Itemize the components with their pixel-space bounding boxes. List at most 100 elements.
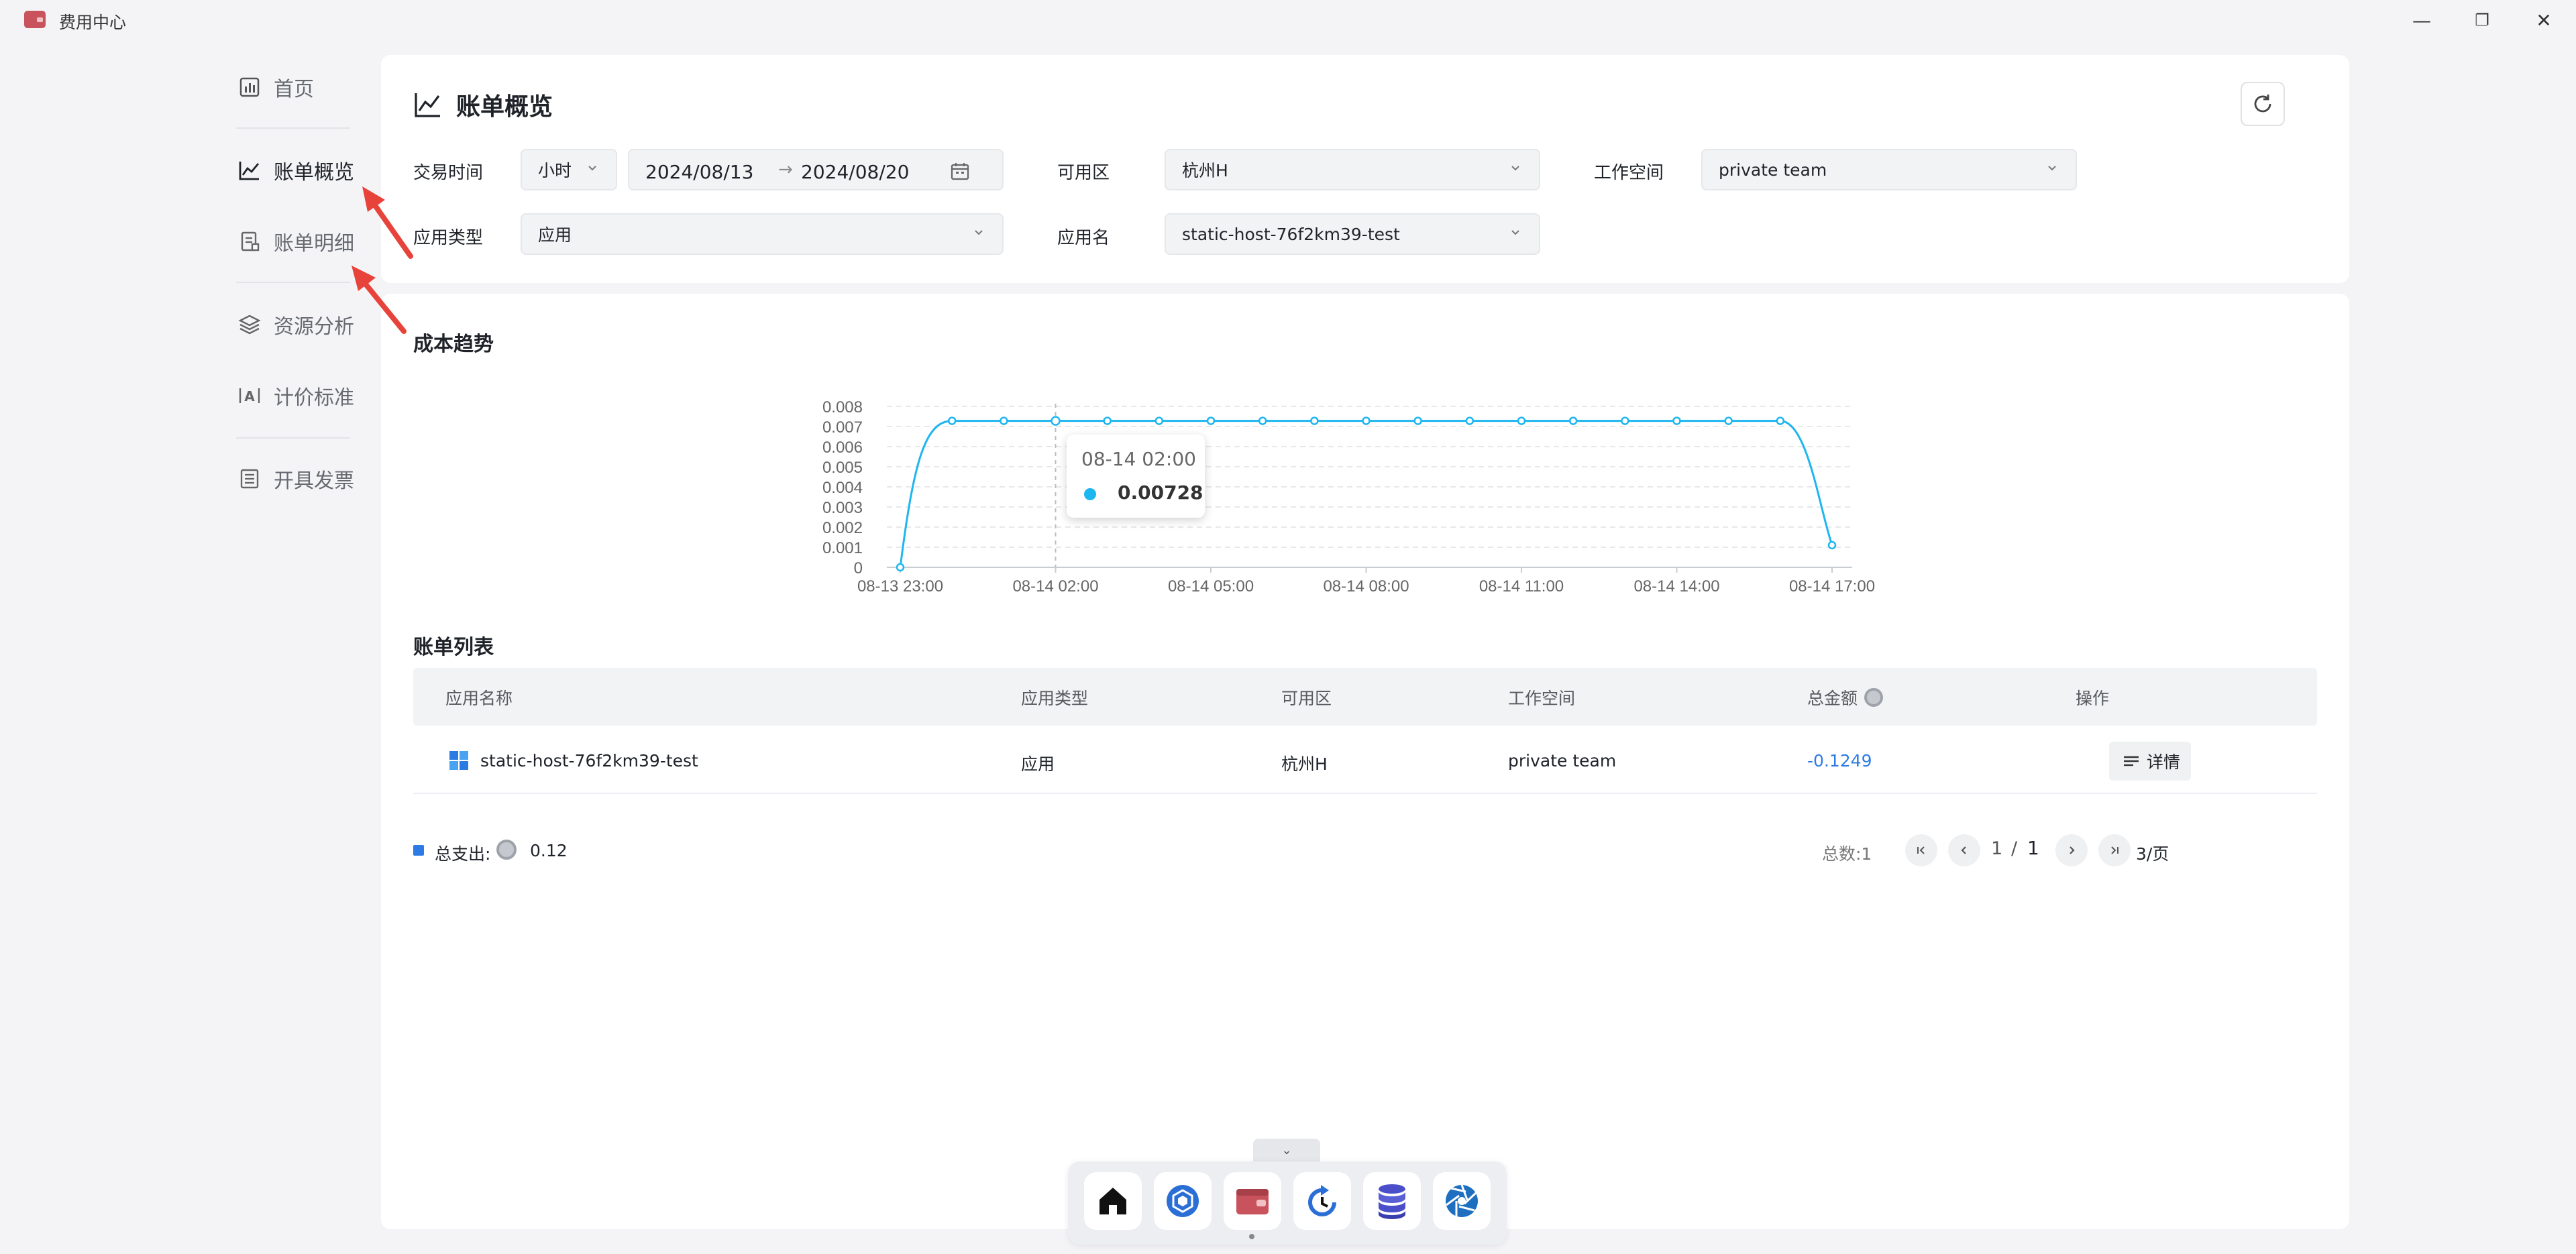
refresh-icon bbox=[2254, 95, 2271, 113]
app-type-label: 应用类型 bbox=[413, 228, 484, 248]
data-point bbox=[1776, 416, 1785, 425]
chevron-left-icon bbox=[1961, 846, 1966, 854]
first-page-icon bbox=[1917, 846, 1925, 854]
x-tick-label: 08-14 14:00 bbox=[1633, 577, 1719, 595]
dock-cube-app[interactable] bbox=[1154, 1172, 1212, 1230]
data-point bbox=[1724, 416, 1733, 425]
zone-select[interactable]: 杭州H bbox=[1165, 149, 1540, 190]
app-name-value: static-host-76f2km39-test bbox=[1182, 224, 1400, 244]
chevron-down-icon bbox=[1511, 230, 1519, 235]
y-tick-label: 0.002 bbox=[822, 519, 863, 537]
calendar-icon[interactable] bbox=[950, 161, 970, 181]
data-point bbox=[1258, 416, 1267, 425]
minimize-button[interactable]: — bbox=[2402, 5, 2442, 35]
dock-home[interactable] bbox=[1084, 1172, 1142, 1230]
total-pages: 1 bbox=[2027, 837, 2039, 859]
data-point bbox=[1362, 416, 1371, 425]
prev-page-button[interactable] bbox=[1948, 834, 1980, 866]
backup-icon bbox=[1308, 1185, 1336, 1216]
aperture-icon bbox=[1446, 1184, 1478, 1217]
workspace-label: 工作空间 bbox=[1594, 163, 1664, 183]
app-name-select[interactable]: static-host-76f2km39-test bbox=[1165, 213, 1540, 255]
next-page-button[interactable] bbox=[2055, 834, 2088, 866]
chevron-down-icon bbox=[1511, 166, 1519, 171]
sidebar-item-label: 账单明细 bbox=[274, 232, 354, 255]
refresh-button[interactable] bbox=[2241, 82, 2285, 126]
data-point bbox=[1310, 416, 1319, 425]
page-separator: / bbox=[2011, 838, 2018, 859]
dock-toggle[interactable]: ⌄ bbox=[1253, 1139, 1320, 1161]
column-header-app-name: 应用名称 bbox=[445, 689, 513, 708]
page-title: 账单概览 bbox=[413, 87, 553, 122]
dock-database-app[interactable] bbox=[1363, 1172, 1421, 1230]
title-bar: 费用中心 — ❐ ✕ bbox=[0, 0, 2576, 40]
dock-billing-app[interactable] bbox=[1224, 1172, 1281, 1230]
sidebar-item-invoice[interactable]: 开具发票 bbox=[228, 459, 362, 499]
dock-aperture-app[interactable] bbox=[1433, 1172, 1491, 1230]
date-arrow: → bbox=[778, 160, 793, 180]
close-button[interactable]: ✕ bbox=[2524, 5, 2564, 35]
sidebar-item-label: 计价标准 bbox=[274, 386, 354, 410]
last-page-icon bbox=[2111, 846, 2118, 854]
data-point bbox=[1827, 540, 1837, 550]
zone-label: 可用区 bbox=[1057, 163, 1110, 183]
cell-zone: 杭州H bbox=[1281, 754, 1328, 774]
sidebar-item-label: 开具发票 bbox=[274, 469, 354, 493]
coin-icon bbox=[1864, 688, 1884, 707]
table-row: static-host-76f2km39-test 应用 杭州H private… bbox=[413, 727, 2317, 794]
x-tick-label: 08-14 05:00 bbox=[1168, 577, 1254, 595]
date-range-picker[interactable]: 2024/08/13 → 2024/08/20 bbox=[628, 149, 1004, 190]
app-name-label: 应用名 bbox=[1057, 228, 1110, 248]
chevron-down-icon bbox=[975, 230, 983, 235]
y-tick-label: 0 bbox=[854, 559, 863, 577]
cell-app-name[interactable]: static-host-76f2km39-test bbox=[480, 751, 698, 771]
sidebar-item-home[interactable]: 首页 bbox=[228, 67, 362, 107]
last-page-button[interactable] bbox=[2098, 834, 2131, 866]
sidebar-item-bill-detail[interactable]: 账单明细 bbox=[228, 221, 362, 262]
dock-backup-app[interactable] bbox=[1293, 1172, 1351, 1230]
granularity-select[interactable]: 小时 bbox=[521, 149, 617, 190]
coin-icon bbox=[496, 840, 517, 860]
sidebar-item-pricing[interactable]: A 计价标准 bbox=[228, 376, 362, 416]
cell-workspace: private team bbox=[1508, 751, 1617, 771]
data-point bbox=[1672, 416, 1681, 425]
restore-button[interactable]: ❐ bbox=[2462, 5, 2502, 35]
svg-text:A: A bbox=[244, 388, 255, 404]
cell-amount: -0.1249 bbox=[1807, 751, 1872, 771]
bill-list-title: 账单列表 bbox=[413, 636, 494, 659]
x-tick-label: 08-14 17:00 bbox=[1789, 577, 1875, 595]
date-start[interactable]: 2024/08/13 bbox=[645, 161, 753, 183]
tooltip-value: 0.00728 bbox=[1118, 481, 1203, 504]
cube-icon bbox=[1167, 1185, 1199, 1217]
line-chart-icon bbox=[237, 158, 262, 182]
column-header-action: 操作 bbox=[2076, 689, 2110, 708]
data-point bbox=[1103, 416, 1112, 425]
workspace-select[interactable]: private team bbox=[1701, 149, 2077, 190]
app-grid-icon bbox=[449, 751, 468, 770]
page-size-select[interactable]: 3/页 bbox=[2136, 841, 2169, 865]
date-end[interactable]: 2024/08/20 bbox=[801, 161, 909, 183]
pricing-icon: A bbox=[237, 384, 262, 408]
y-tick-label: 0.003 bbox=[822, 499, 863, 517]
data-point bbox=[1568, 416, 1578, 425]
filter-panel: 账单概览 交易时间 小时 2024/08/13 → 2024/08/20 可用区… bbox=[381, 55, 2349, 283]
app-type-select[interactable]: 应用 bbox=[521, 213, 1004, 255]
y-tick-label: 0.005 bbox=[822, 459, 863, 477]
sidebar-item-resource-analysis[interactable]: 资源分析 bbox=[228, 304, 362, 345]
layers-icon bbox=[237, 312, 262, 337]
page-title-text: 账单概览 bbox=[456, 93, 553, 121]
data-point bbox=[1413, 416, 1422, 425]
data-point bbox=[1051, 416, 1061, 426]
current-page[interactable]: 1 bbox=[1991, 838, 2002, 859]
chevron-down-icon: ⌄ bbox=[1281, 1143, 1292, 1157]
data-point bbox=[1517, 416, 1526, 425]
app-type-value: 应用 bbox=[538, 225, 572, 245]
sidebar-item-bill-overview[interactable]: 账单概览 bbox=[228, 150, 362, 190]
sidebar-item-label: 首页 bbox=[274, 78, 314, 101]
column-header-amount: 总金额 bbox=[1807, 685, 1884, 709]
first-page-button[interactable] bbox=[1905, 834, 1937, 866]
table-header: 应用名称 应用类型 可用区 工作空间 总金额 操作 bbox=[413, 668, 2317, 726]
cost-trend-chart[interactable]: 0 0.001 0.002 0.003 0.004 0.005 0.006 0.007 0.00… bbox=[381, 294, 2349, 609]
detail-button[interactable]: 详情 bbox=[2109, 742, 2191, 781]
home-icon bbox=[1099, 1188, 1126, 1214]
